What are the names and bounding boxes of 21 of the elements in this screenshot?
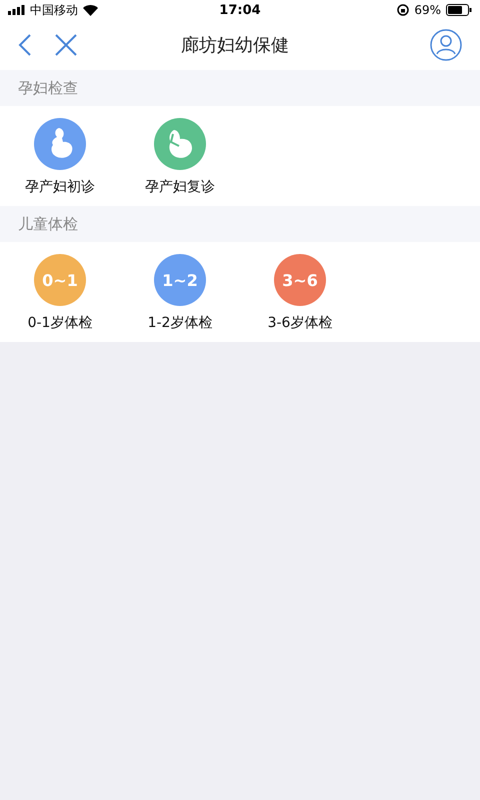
signal-icon: [8, 5, 25, 15]
section-title: 儿童体检: [18, 214, 78, 234]
battery-icon: [446, 4, 472, 16]
checkup-item[interactable]: 孕产妇复诊: [120, 118, 240, 196]
back-button[interactable]: [18, 33, 32, 57]
checkup-item[interactable]: 孕产妇初诊: [0, 118, 120, 196]
age-range-label: 3~6: [282, 270, 318, 290]
age-range-label: 1~2: [162, 270, 198, 290]
checkup-item[interactable]: 1~2 1-2岁体检: [120, 254, 240, 332]
rotation-lock-icon: [397, 4, 410, 16]
profile-button[interactable]: [430, 29, 462, 61]
battery-percent: 69%: [414, 3, 441, 17]
carrier-name: 中国移动: [30, 2, 78, 18]
status-time: 17:04: [219, 2, 261, 18]
wifi-icon: [83, 4, 98, 16]
checkup-item[interactable]: 0~1 0-1岁体检: [0, 254, 120, 332]
close-button[interactable]: [54, 33, 78, 57]
checkup-item[interactable]: 3~6 3-6岁体检: [240, 254, 360, 332]
page-title: 廊坊妇幼保健: [180, 34, 290, 57]
section-title: 孕妇检查: [18, 78, 78, 98]
age-range-label: 0~1: [42, 270, 78, 290]
